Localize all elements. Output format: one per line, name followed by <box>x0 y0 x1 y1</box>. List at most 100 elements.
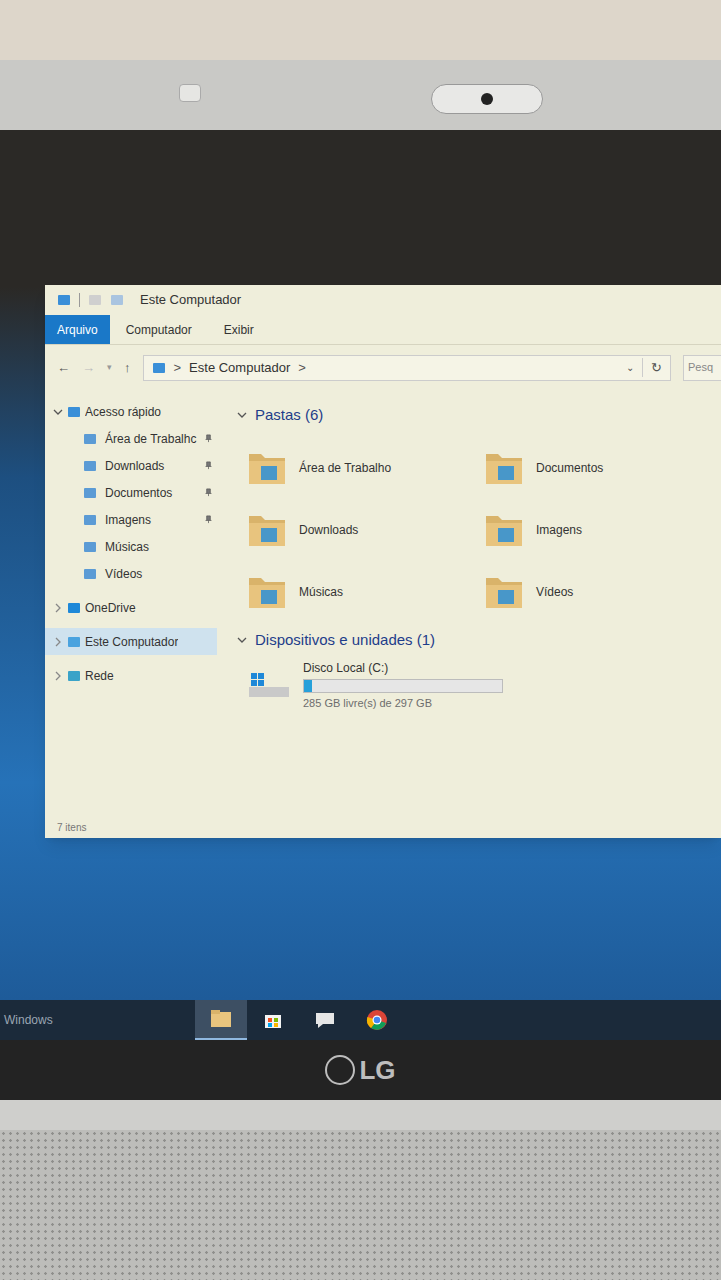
nav-icon <box>83 540 97 554</box>
store-icon <box>263 1010 283 1030</box>
explorer-icon <box>210 1009 232 1029</box>
folder-item[interactable]: Documentos <box>484 447 721 489</box>
chassis-edge <box>0 1100 721 1130</box>
folder-icon <box>247 510 287 550</box>
ribbon-tab[interactable]: Arquivo <box>45 315 110 344</box>
sidebar-item[interactable]: OneDrive <box>45 594 217 621</box>
address-bar[interactable]: > Este Computador > ⌄ ↻ <box>143 355 672 381</box>
ribbon-tab[interactable]: Exibir <box>208 315 270 344</box>
drive-usage-fill <box>304 680 312 692</box>
pin-icon[interactable] <box>204 461 213 470</box>
lg-logo: LG <box>325 1051 395 1090</box>
drive-icon <box>247 669 291 701</box>
expand-chevron-icon[interactable] <box>53 671 63 681</box>
nav-icon <box>110 293 124 307</box>
section-header[interactable]: Dispositivos e unidades (1) <box>237 629 721 652</box>
expand-chevron-icon[interactable] <box>53 637 63 647</box>
refresh-icon[interactable]: ↻ <box>642 358 662 378</box>
dropdown-icon[interactable]: ⌄ <box>626 360 634 375</box>
section-header[interactable]: Pastas (6) <box>237 404 721 427</box>
search-field[interactable]: Pesq <box>683 355 721 381</box>
folder-icon <box>484 572 524 612</box>
sidebar-item[interactable]: Músicas <box>45 533 225 560</box>
sidebar-group: Este Computador <box>45 628 225 655</box>
nav-icon <box>67 635 81 649</box>
sidebar-item[interactable]: Rede <box>45 662 217 689</box>
chrome-icon <box>366 1009 388 1031</box>
sidebar-item[interactable]: Este Computador <box>45 628 217 655</box>
sidebar-item[interactable]: Área de Trabalhc <box>45 425 225 452</box>
folder-item[interactable]: Área de Trabalho <box>247 447 484 489</box>
latch <box>179 84 201 102</box>
body: Acesso rápidoÁrea de TrabalhcDownloadsDo… <box>45 390 721 816</box>
forward-arrow-icon[interactable]: → <box>82 358 95 378</box>
sidebar-group: Acesso rápidoÁrea de TrabalhcDownloadsDo… <box>45 398 225 587</box>
nav-icon <box>152 361 166 375</box>
folder-item[interactable]: Vídeos <box>484 571 721 613</box>
folder-item[interactable]: Músicas <box>247 571 484 613</box>
folder-icon <box>484 448 524 488</box>
separator <box>79 293 80 307</box>
webcam-lens-icon <box>481 93 493 105</box>
nav-icon <box>67 601 81 615</box>
ribbon-tab[interactable]: Computador <box>110 315 208 344</box>
folder-item[interactable]: Imagens <box>484 509 721 551</box>
pin-icon[interactable] <box>204 434 213 443</box>
sidebar-item[interactable]: Vídeos <box>45 560 225 587</box>
drive-item[interactable]: Disco Local (C:) 285 GB livre(s) de 297 G… <box>237 659 721 712</box>
bottom-bezel: LG <box>0 1040 721 1100</box>
drive-free: 285 GB livre(s) de 297 GB <box>303 695 503 712</box>
collapse-chevron-icon[interactable] <box>237 410 247 420</box>
nav-icon <box>83 513 97 527</box>
path-separator: > <box>174 358 182 378</box>
expand-chevron-icon[interactable] <box>53 407 63 417</box>
drive-name: Disco Local (C:) <box>303 659 503 677</box>
taskbar-app[interactable] <box>247 1000 299 1040</box>
explorer-window[interactable]: Este Computador ArquivoComputadorExibir ← →… <box>45 285 721 838</box>
content: Pastas (6) Área de TrabalhoDocumentosDown… <box>225 390 721 816</box>
screen: Este Computador ArquivoComputadorExibir ← →… <box>0 130 721 1000</box>
nav-icon <box>83 567 97 581</box>
expand-chevron-icon[interactable] <box>53 603 63 613</box>
back-arrow-icon[interactable]: ← <box>57 358 70 378</box>
window-title: Este Computador <box>140 290 241 310</box>
nav-icon <box>83 459 97 473</box>
nav-icon <box>67 669 81 683</box>
sidebar-item[interactable]: Imagens <box>45 506 225 533</box>
nav-icon <box>83 432 97 446</box>
recent-icon[interactable]: ▾ <box>107 361 112 375</box>
sidebar-item[interactable]: Documentos <box>45 479 225 506</box>
ribbon-tabs: ArquivoComputadorExibir <box>45 315 721 345</box>
wall <box>0 0 721 60</box>
collapse-chevron-icon[interactable] <box>237 635 247 645</box>
title-bar[interactable]: Este Computador <box>45 285 721 315</box>
sidebar: Acesso rápidoÁrea de TrabalhcDownloadsDo… <box>45 390 225 816</box>
chat-icon <box>314 1010 336 1030</box>
photo: Este Computador ArquivoComputadorExibir ← →… <box>0 0 721 1280</box>
top-bezel <box>0 60 721 130</box>
taskbar: Windows <box>0 1000 721 1040</box>
nav-icon <box>67 405 81 419</box>
folder-grid: Área de TrabalhoDocumentosDownloadsImage… <box>237 447 721 613</box>
folder-icon <box>247 448 287 488</box>
speaker-grille <box>0 1130 721 1280</box>
nav-icon <box>83 486 97 500</box>
taskbar-app[interactable] <box>195 1000 247 1040</box>
up-arrow-icon[interactable]: ↑ <box>124 358 131 378</box>
status-bar: 7 itens <box>45 816 721 838</box>
pin-icon[interactable] <box>204 515 213 524</box>
nav-icon <box>88 293 102 307</box>
sidebar-group: Rede <box>45 662 225 689</box>
folder-item[interactable]: Downloads <box>247 509 484 551</box>
sidebar-group: OneDrive <box>45 594 225 621</box>
taskbar-app[interactable] <box>299 1000 351 1040</box>
sidebar-item[interactable]: Downloads <box>45 452 225 479</box>
address-row: ← → ▾ ↑ > Este Computador > ⌄ ↻ Pesq <box>45 345 721 390</box>
taskbar-app[interactable] <box>351 1000 403 1040</box>
path-separator: > <box>298 358 306 378</box>
pin-icon[interactable] <box>204 488 213 497</box>
path-segment[interactable]: Este Computador <box>189 358 290 378</box>
lg-logo-icon <box>325 1055 355 1085</box>
sidebar-item[interactable]: Acesso rápido <box>45 398 217 425</box>
taskbar-label: Windows <box>0 1000 195 1040</box>
